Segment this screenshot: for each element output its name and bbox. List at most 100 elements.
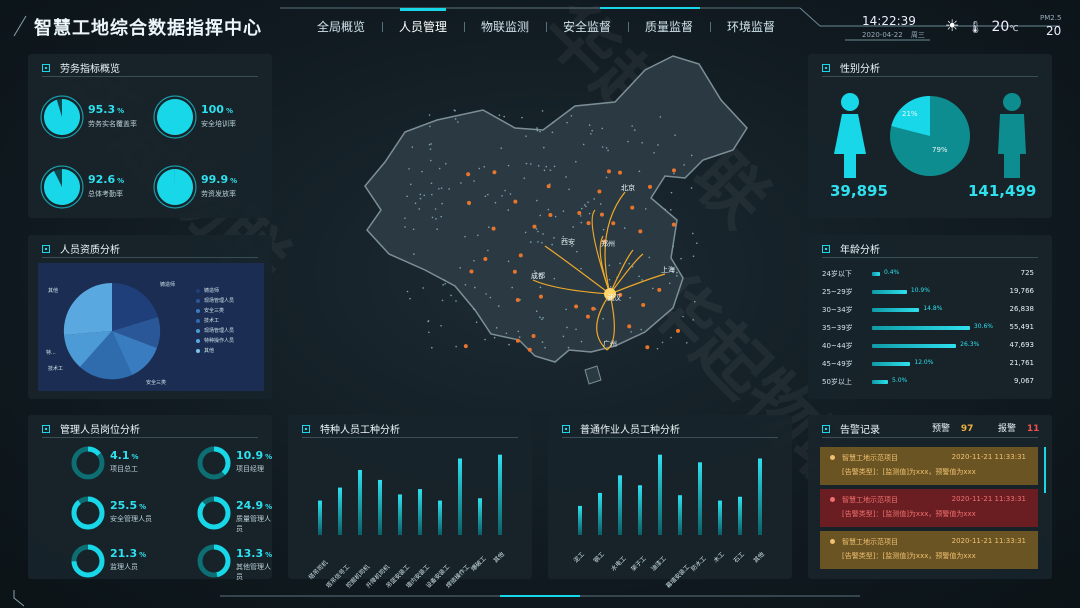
- alarm-title: 告警记录: [840, 425, 880, 436]
- kpi-number: 100: [201, 103, 224, 116]
- map-dot: [541, 110, 544, 112]
- kpi-unit: %: [230, 177, 238, 185]
- age-pct: 30.6%: [973, 323, 993, 330]
- map-dot: [428, 331, 430, 334]
- alarm-name: 智慧工地示范项目: [842, 496, 898, 504]
- special-panel: 特种人员工种分析 塔吊司机 塔吊信号工 挖掘机司机 升降机司机 吊篮安装工 墙内安装工 设备…: [288, 415, 532, 590]
- map-dot: [500, 147, 503, 150]
- bar: [578, 505, 582, 535]
- gauge-fill: [44, 169, 81, 205]
- map-hotspot: [627, 324, 632, 329]
- map-hotspot: [531, 334, 536, 339]
- kpi-label: 总体考勤率: [88, 190, 123, 198]
- map-dot: [408, 168, 410, 170]
- tab-5[interactable]: 环境监督: [710, 18, 792, 35]
- map-dot: [440, 215, 443, 218]
- quals-panel: 人员资质分析 其他 铸造师 特... 技术工 安全三类 铸造师 现场管理人员 安全三…: [28, 235, 272, 399]
- map-dot: [672, 245, 675, 248]
- map-dot: [551, 131, 554, 134]
- map-dot: [641, 279, 643, 281]
- scrollbar[interactable]: [1044, 447, 1046, 493]
- pm-label: PM2.5: [1040, 14, 1062, 22]
- legend-item: 其他: [196, 347, 214, 354]
- map-dot: [644, 208, 647, 210]
- china-map: 北京西安成都 郑州上海武汉广州: [364, 55, 748, 385]
- map-dot: [664, 208, 667, 211]
- map-dot: [529, 241, 532, 243]
- map-hotspot: [591, 306, 596, 311]
- pie-slice: [63, 282, 112, 335]
- map-dot: [602, 317, 604, 320]
- alarm-dot-icon: [830, 497, 835, 502]
- alarm-item[interactable]: 智慧工地示范项目 2020-11-21 11:33:31 [告警类型]：[监测值]为…: [820, 531, 1038, 569]
- tab-1[interactable]: 人员管理: [382, 8, 464, 35]
- map-dot: [509, 193, 512, 195]
- kpi-number: 24.9: [236, 499, 264, 512]
- map-outline: [364, 55, 748, 363]
- map-hotspot: [630, 205, 635, 210]
- map-dot: [623, 227, 626, 229]
- map-dot: [575, 160, 577, 163]
- map-hotspot: [597, 189, 602, 194]
- square-icon: [822, 424, 830, 433]
- weekday-text: 周三: [910, 31, 925, 39]
- city-label: 上海: [661, 265, 675, 274]
- map-dot: [588, 212, 591, 215]
- bar: [318, 500, 322, 535]
- quals-pie: [63, 282, 161, 380]
- male-count: 141,499: [968, 182, 1037, 200]
- alarm-time: 2020-11-21 11:33:31: [951, 453, 1026, 461]
- map-hotspot: [606, 169, 611, 174]
- age-label: 24岁以下: [822, 270, 852, 278]
- alarm-item[interactable]: 智慧工地示范项目 2020-11-21 11:33:31 [告警类型]：[监测值]为…: [820, 447, 1038, 485]
- map-dot: [494, 201, 497, 204]
- kpi-number: 10.9: [236, 449, 264, 462]
- map-dot: [656, 347, 659, 350]
- header: 智慧工地综合数据指挥中心 全局概览 人员管理 物联监测 安全监督 质量监督 环境监督 14…: [0, 0, 1080, 48]
- age-value: 55,491: [1009, 323, 1035, 331]
- map-dot: [580, 267, 582, 270]
- map-dot: [473, 308, 475, 311]
- age-label: 45~49岁: [822, 360, 853, 368]
- map-dot: [455, 345, 457, 348]
- map-dot: [609, 286, 612, 288]
- alarm-detail: [告警类型]：[监测值]为xxx，预警值为xxx: [842, 510, 976, 518]
- age-bar: [872, 326, 970, 330]
- map-dot: [438, 187, 440, 190]
- age-value: 725: [1020, 269, 1034, 277]
- warn-count: 97: [960, 424, 974, 434]
- map-dot: [553, 277, 556, 280]
- map-dot: [485, 293, 487, 295]
- tab-2[interactable]: 物联监测: [464, 18, 546, 35]
- alarm-name: 智慧工地示范项目: [842, 538, 898, 546]
- map-dot: [428, 114, 431, 116]
- kpi-label: 劳资发放率: [201, 190, 236, 198]
- map-dot: [430, 159, 432, 162]
- age-bar: [872, 380, 888, 384]
- tab-3[interactable]: 安全监督: [546, 18, 628, 35]
- kpi-value: 92.6%: [88, 173, 124, 186]
- warn-label: 预警: [932, 424, 951, 434]
- map-dot: [430, 143, 432, 145]
- map-dot: [421, 170, 423, 173]
- map-hotspot: [515, 298, 520, 303]
- map-dot: [692, 232, 694, 235]
- legend-swatch: [196, 348, 200, 353]
- tab-4[interactable]: 质量监督: [628, 18, 710, 35]
- kpi-label: 劳务实名覆盖率: [88, 120, 137, 128]
- legend-swatch: [196, 298, 200, 303]
- tab-0[interactable]: 全局概览: [300, 18, 382, 35]
- map-dot: [599, 203, 602, 205]
- map-dot: [507, 209, 510, 211]
- map-hotspot: [645, 345, 650, 350]
- footer-frame: [13, 590, 860, 607]
- map-dot: [444, 282, 447, 285]
- map-hotspot: [513, 199, 518, 204]
- map-dot: [581, 207, 583, 210]
- kpi-label: 项目总工: [110, 465, 138, 473]
- bar: [338, 487, 342, 535]
- map-dot: [507, 260, 510, 263]
- kpi-unit: %: [225, 107, 233, 115]
- map-dot: [511, 286, 513, 289]
- alarm-item[interactable]: 智慧工地示范项目 2020-11-21 11:33:31 [告警类型]：[监测值]为…: [820, 489, 1038, 527]
